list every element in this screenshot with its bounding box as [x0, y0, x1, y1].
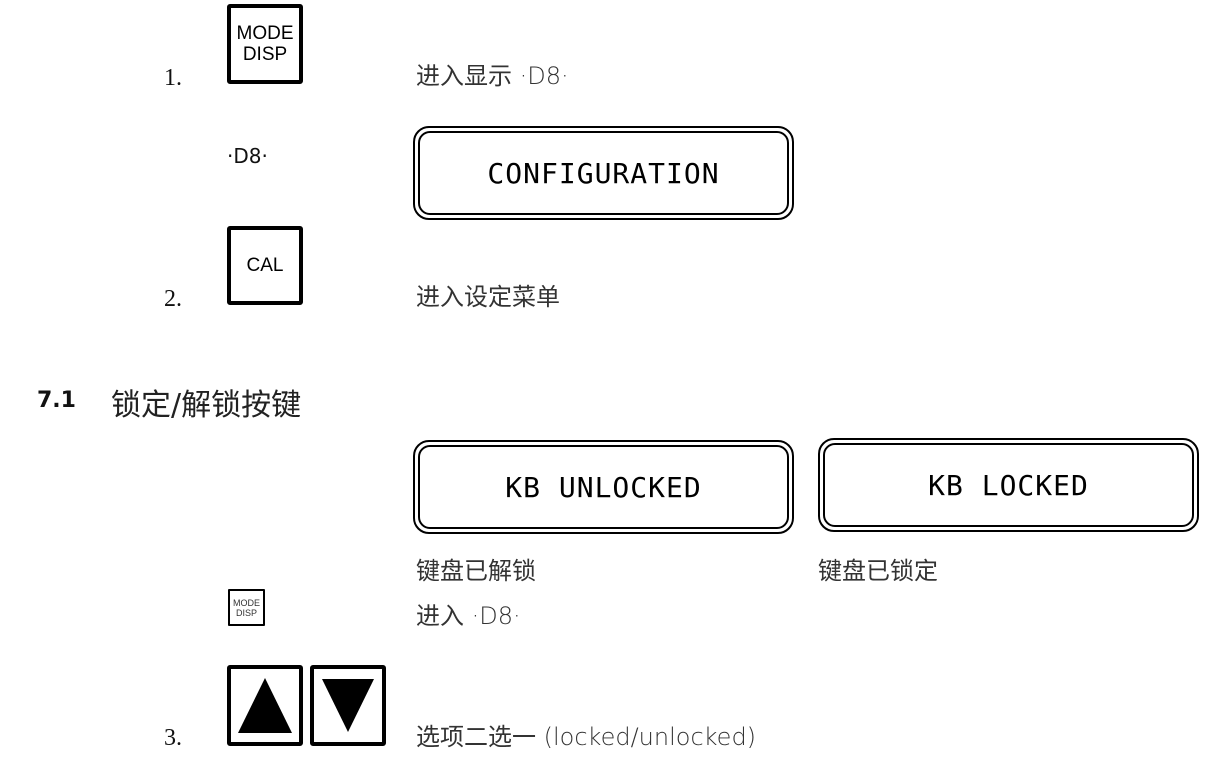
enter-d8-text: 进入 ·D8· — [416, 602, 521, 630]
caption-locked: 键盘已锁定 — [818, 557, 938, 585]
caption-unlocked: 键盘已解锁 — [416, 557, 536, 585]
mode-disp-key-small: MODE DISP — [228, 589, 265, 626]
kb-unlocked-display: KB UNLOCKED — [413, 440, 794, 534]
kb-locked-display-text: KB LOCKED — [823, 443, 1194, 527]
key-label-cal: CAL — [246, 255, 284, 276]
kb-unlocked-display-text: KB UNLOCKED — [418, 445, 789, 529]
section-number: 7.1 — [37, 388, 76, 413]
key-label-disp: DISP — [242, 44, 288, 65]
d8-label: ·D8· — [227, 144, 268, 168]
step-number-2: 2. — [164, 286, 182, 312]
arrow-down-icon — [322, 679, 374, 732]
arrow-up-key — [227, 665, 303, 746]
mode-disp-key: MODE DISP — [227, 4, 303, 84]
section-title: 锁定/解锁按键 — [111, 388, 302, 423]
key-label-disp-small: DISP — [235, 607, 257, 618]
configuration-display: CONFIGURATION — [413, 126, 794, 220]
step-3-description: 选项二选一 (locked/unlocked) — [416, 723, 757, 751]
kb-locked-display: KB LOCKED — [818, 438, 1199, 532]
arrow-up-icon — [238, 678, 292, 733]
step-1-description: 进入显示 ·D8· — [416, 62, 569, 90]
key-label-mode: MODE — [236, 23, 294, 44]
step-number-3: 3. — [164, 725, 182, 751]
step-2-description: 进入设定菜单 — [416, 283, 560, 311]
step-number-1: 1. — [164, 65, 182, 91]
arrow-down-key — [310, 665, 386, 746]
key-label-mode-small: MODE — [233, 597, 260, 608]
cal-key: CAL — [227, 226, 303, 305]
configuration-display-text: CONFIGURATION — [418, 131, 789, 215]
